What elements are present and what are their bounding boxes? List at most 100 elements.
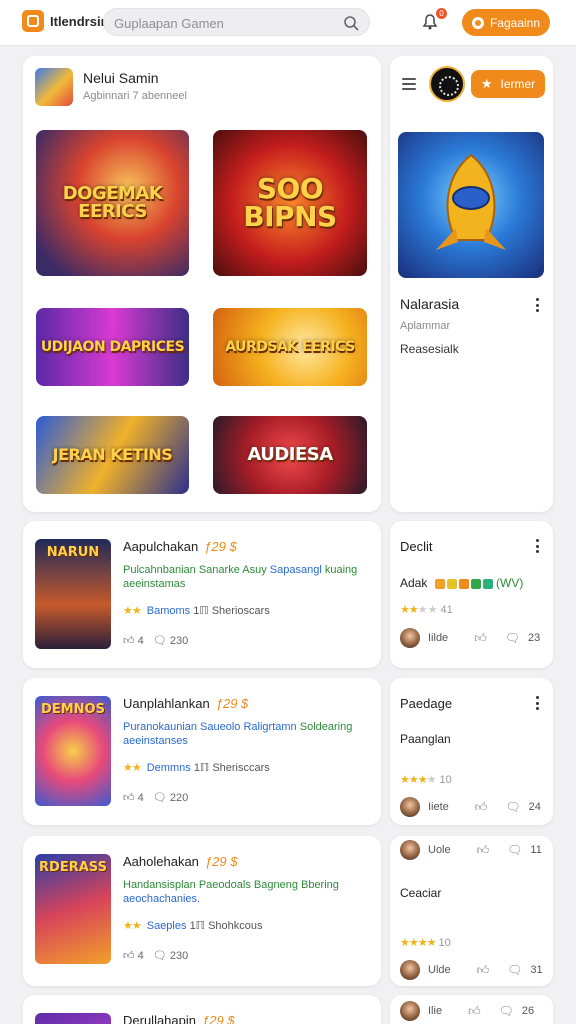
game-tile[interactable]: AURDSAK EERICS bbox=[213, 308, 367, 386]
featured-collection-card: Nelui Samin Agbinnari 7 abenneel DOGEMAK… bbox=[23, 56, 381, 512]
like-icon[interactable]: 👍︎ bbox=[123, 635, 135, 647]
like-icon[interactable]: 👍︎ bbox=[477, 963, 490, 978]
comment-icon[interactable]: 🗨︎ bbox=[505, 631, 520, 645]
review-stats-top: Uole 👍︎ 🗨︎ 11 bbox=[400, 840, 550, 860]
listing-description: Handansisplan Paeodoals Bagneng Bbering a… bbox=[123, 879, 339, 905]
star-icon: ★★★★ bbox=[400, 937, 436, 949]
profile-subtitle: Aplammar bbox=[400, 320, 451, 332]
game-thumbnail[interactable]: NARUN bbox=[35, 539, 111, 649]
review-card: Ilie 👍︎ 🗨︎ 26 bbox=[390, 995, 553, 1024]
listing-title[interactable]: Uanplahlankan bbox=[123, 696, 210, 711]
game-listing-card[interactable]: Derullahapin ƒ29 $ bbox=[23, 995, 381, 1024]
listing-rating: ★★ Bamoms 1ℿ Sherioscars bbox=[123, 605, 270, 617]
top-bar: Itlendrsin 0 Fagaainn bbox=[0, 0, 576, 46]
game-listing-card[interactable]: DEMNOS Uanplahlankan ƒ29 $ Puranokaunian … bbox=[23, 678, 381, 825]
game-listing-card[interactable]: RDERASS Aaholehakan ƒ29 $ Handansisplan P… bbox=[23, 836, 381, 986]
comment-icon[interactable]: 🗨︎ bbox=[153, 635, 167, 647]
listing-price: ƒ29 $ bbox=[204, 854, 238, 869]
comment-icon[interactable]: 🗨︎ bbox=[153, 792, 167, 804]
listing-rating: ★★ Saeples 1ℿ Shohkcous bbox=[123, 920, 263, 932]
comment-icon[interactable]: 🗨︎ bbox=[153, 950, 167, 962]
rocket-icon bbox=[436, 153, 506, 250]
follow-button[interactable]: ★ Iermer bbox=[471, 70, 545, 98]
brand-name[interactable]: Itlendrsin bbox=[50, 14, 109, 29]
review-card: Uole 👍︎ 🗨︎ 11 Ceaciar ★★★★ 10 Ulde 👍︎ 🗨︎ 31 bbox=[390, 836, 553, 986]
like-icon[interactable]: 👍︎ bbox=[477, 843, 490, 858]
profile-avatar[interactable] bbox=[429, 66, 465, 102]
listing-stats: 👍︎ 4 🗨︎ 230 bbox=[123, 950, 189, 962]
review-rating: ★★★★ 10 bbox=[400, 774, 452, 786]
review-stats: Ilie 👍︎ 🗨︎ 26 bbox=[400, 1001, 550, 1021]
game-tile[interactable]: JERAN KETINS bbox=[36, 416, 189, 494]
like-icon[interactable]: 👍︎ bbox=[123, 950, 135, 962]
review-stats: Iilde 👍︎ 🗨︎ 23 bbox=[400, 628, 550, 648]
listing-description: Puranokaunian Saueolo Raligrtamn Soldear… bbox=[123, 721, 353, 747]
listing-description: Pulcahnbanian Sanarke Asuy Sapasangl kua… bbox=[123, 564, 358, 590]
collection-title[interactable]: Nelui Samin bbox=[83, 70, 158, 86]
review-rating: ★★★★ 10 bbox=[400, 937, 451, 949]
review-rating: ★★★★ 41 bbox=[400, 604, 453, 616]
search-bar[interactable] bbox=[103, 8, 370, 36]
hamburger-menu-icon[interactable] bbox=[402, 78, 416, 90]
listing-stats: 👍︎ 4 🗨︎ 220 bbox=[123, 792, 189, 804]
like-icon[interactable]: 👍︎ bbox=[468, 1004, 481, 1019]
game-thumbnail[interactable] bbox=[35, 1013, 111, 1024]
more-options-icon[interactable] bbox=[536, 539, 540, 553]
comment-icon[interactable]: 🗨︎ bbox=[507, 963, 522, 977]
review-title[interactable]: Declit bbox=[400, 539, 433, 554]
follow-label: Iermer bbox=[500, 77, 536, 91]
star-icon: ★ bbox=[480, 76, 493, 91]
comment-icon[interactable]: 🗨︎ bbox=[499, 1004, 514, 1018]
listing-rating: ★★ Demmns 1ℿ Sherisccars bbox=[123, 762, 270, 774]
profile-link[interactable]: Reasesialk bbox=[400, 342, 459, 356]
game-tile[interactable]: SOO BIPNS bbox=[213, 130, 367, 276]
badge-icons bbox=[434, 578, 493, 589]
comment-icon[interactable]: 🗨︎ bbox=[507, 843, 522, 857]
game-tile[interactable]: DOGEMAK EERICS bbox=[36, 130, 189, 276]
review-line: Paanglan bbox=[400, 732, 451, 746]
listing-stats: 👍︎ 4 🗨︎ 230 bbox=[123, 635, 189, 647]
collection-subtitle: Agbinnari 7 abenneel bbox=[83, 90, 187, 102]
signup-label: Fagaainn bbox=[489, 15, 541, 30]
star-icon: ★★ bbox=[123, 920, 142, 932]
signup-button[interactable]: Fagaainn bbox=[462, 9, 550, 36]
comment-icon[interactable]: 🗨︎ bbox=[505, 800, 520, 814]
review-title[interactable]: Paedage bbox=[400, 696, 452, 711]
user-icon bbox=[471, 16, 484, 29]
listing-price: ƒ29 $ bbox=[215, 696, 249, 711]
search-input[interactable] bbox=[114, 13, 334, 33]
profile-title[interactable]: Nalarasia bbox=[400, 296, 459, 312]
user-avatar[interactable] bbox=[400, 1001, 420, 1021]
rocket-artwork[interactable] bbox=[398, 132, 544, 278]
game-listing-card[interactable]: NARUN Aapulchakan ƒ29 $ Pulcahnbanian San… bbox=[23, 521, 381, 668]
like-icon[interactable]: 👍︎ bbox=[474, 631, 487, 646]
app-logo-icon[interactable] bbox=[22, 10, 44, 32]
search-icon[interactable] bbox=[343, 15, 359, 31]
game-thumbnail[interactable]: RDERASS bbox=[35, 854, 111, 964]
listing-title[interactable]: Aaholehakan bbox=[123, 854, 199, 869]
review-stats: Iiete 👍︎ 🗨︎ 24 bbox=[400, 797, 550, 817]
user-avatar[interactable] bbox=[400, 797, 420, 817]
user-avatar[interactable] bbox=[400, 628, 420, 648]
game-tile[interactable]: AUDIESA bbox=[213, 416, 367, 494]
listing-title[interactable]: Aapulchakan bbox=[123, 539, 198, 554]
game-thumbnail[interactable]: DEMNOS bbox=[35, 696, 111, 806]
review-badge-text: (WV) bbox=[496, 576, 524, 590]
review-line: Adak bbox=[400, 576, 428, 590]
star-icon: ★★ bbox=[123, 605, 142, 617]
listing-title[interactable]: Derullahapin bbox=[123, 1013, 196, 1024]
user-avatar[interactable] bbox=[400, 960, 420, 980]
more-options-icon[interactable] bbox=[536, 298, 540, 312]
profile-card: ★ Iermer Nalarasia Aplammar Reasesialk bbox=[390, 56, 553, 512]
review-card: Paedage Paanglan ★★★★ 10 Iiete 👍︎ 🗨︎ 24 bbox=[390, 678, 553, 825]
listing-price: ƒ29 $ bbox=[202, 1013, 235, 1024]
more-options-icon[interactable] bbox=[536, 696, 540, 710]
review-card: Declit Adak (WV) ★★★★ 41 Iilde 👍︎ 🗨︎ 23 bbox=[390, 521, 553, 668]
like-icon[interactable]: 👍︎ bbox=[475, 800, 488, 815]
like-icon[interactable]: 👍︎ bbox=[123, 792, 135, 804]
game-tile[interactable]: UDIJAON DAPRICES bbox=[36, 308, 189, 386]
star-icon: ★★ bbox=[123, 762, 142, 774]
star-icon: ★★ bbox=[400, 604, 419, 616]
user-avatar[interactable] bbox=[400, 840, 420, 860]
review-line: Ceaciar bbox=[400, 886, 442, 900]
